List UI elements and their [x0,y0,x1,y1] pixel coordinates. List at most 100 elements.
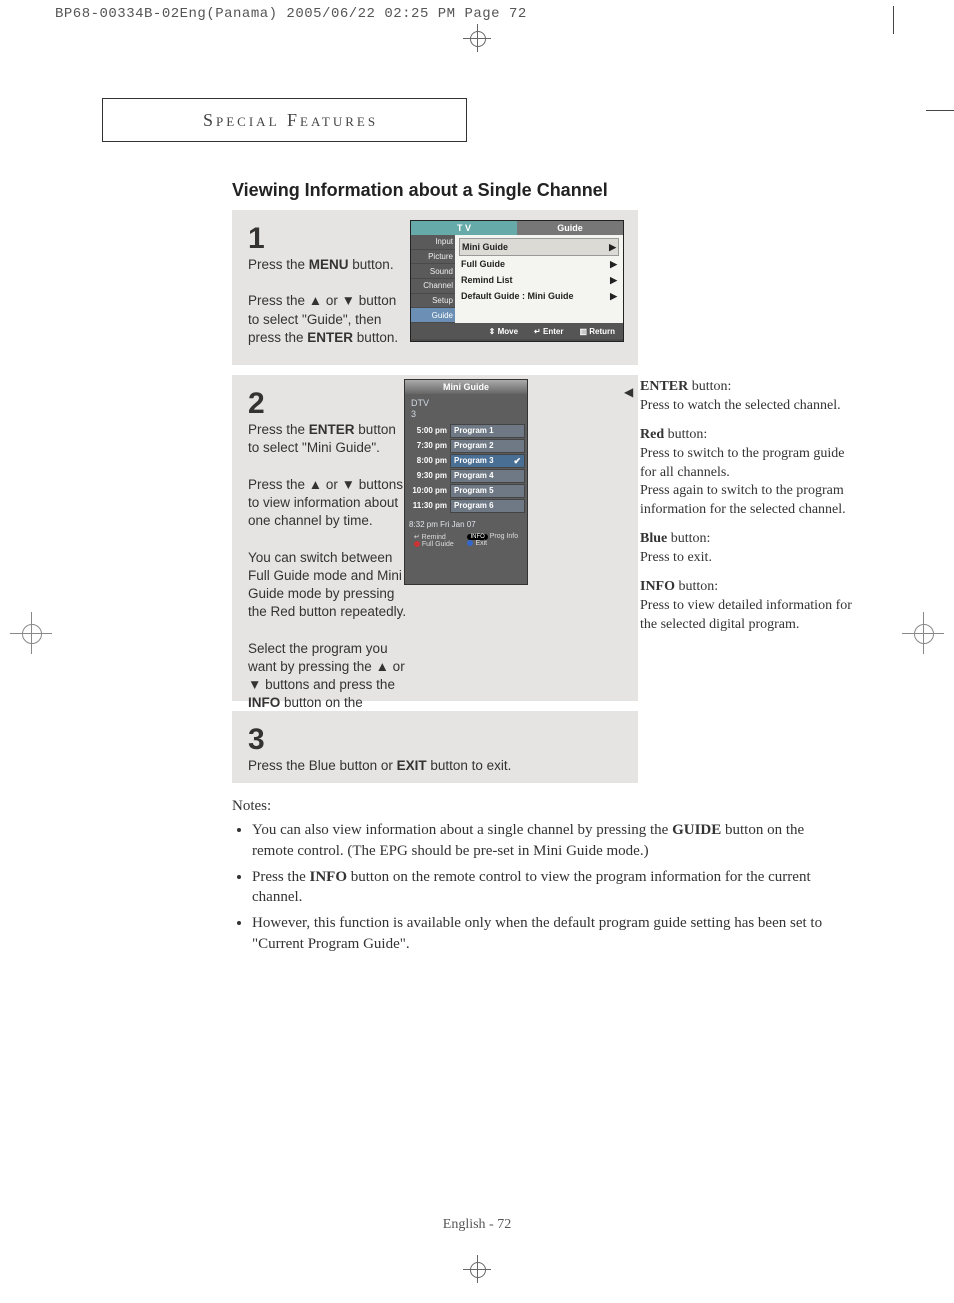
step-2-block: 2 Press the ENTER button to select "Mini… [232,375,638,701]
program: Program 2 [450,439,525,453]
osd2-row: 8:00 pmProgram 3✔ [407,454,525,468]
page-footer: English - 72 [0,1217,954,1233]
osd-tab-guide: Guide [517,221,623,235]
value: : Mini Guide [522,291,574,301]
check-icon: ✔ [513,455,521,467]
text: Press the [248,422,309,437]
osd-row-default-guide: Default Guide : Mini Guide ▶ [459,288,619,304]
trim-mark [926,110,954,111]
text-bold: ENTER [309,422,355,437]
program: Program 5 [450,484,525,498]
osd2-row: 7:30 pmProgram 2 [407,439,525,453]
text: button: [664,427,707,442]
registration-mark-right [902,612,944,654]
text: Press to watch the selected channel. [640,398,841,413]
step-2-text: Press the ENTER button to select "Mini G… [248,421,408,731]
osd-footer: ⇕ Move ↵ Enter ▥ Return [411,323,623,339]
osd-row-mini-guide: Mini Guide▶ [459,238,619,256]
crop-mark-bottom [463,1255,491,1283]
osd-side-sound: Sound [411,264,455,279]
hint: Full Guide [422,541,454,548]
hint-move: Move [498,327,518,336]
time: 5:00 pm [407,426,450,435]
text-bold: ENTER [640,379,688,394]
registration-mark-left [10,612,52,654]
program: Program 6 [450,499,525,513]
side-notes: ◀ ENTER button:Press to watch the select… [640,378,860,645]
osd2-title: Mini Guide [405,380,527,394]
caret-right-icon: ▶ [609,242,616,253]
osd-side-channel: Channel [411,279,455,294]
text: button: [667,531,710,546]
text: Press again to switch to the program inf… [640,483,846,517]
text: Press to switch to the program guide for… [640,446,845,480]
osd2-row: 11:30 pmProgram 6 [407,499,525,513]
label: Full Guide [461,259,505,269]
note-item: However, this function is available only… [252,913,848,954]
note-item: You can also view information about a si… [252,820,848,861]
text-bold: Blue [640,531,667,546]
trim-mark [893,6,894,34]
step-3-text: Press the Blue button or EXIT button to … [248,757,588,775]
text: Press the [248,257,309,272]
caret-left-icon: ◀ [624,384,633,400]
text-bold: Red [640,427,664,442]
osd2-row: 5:00 pmProgram 1 [407,424,525,438]
time: 9:30 pm [407,471,450,480]
osd2-channel: DTV3 [405,394,527,424]
osd-tab-tv: T V [411,221,517,235]
step-1-text: Press the MENU button. Press the ▲ or ▼ … [248,256,408,347]
step-3-number: 3 [248,725,622,755]
note-item: Press the INFO button on the remote cont… [252,867,848,908]
osd2-row: 10:00 pmProgram 5 [407,484,525,498]
osd-mini-guide: Mini Guide DTV3 5:00 pmProgram 1 7:30 pm… [404,379,528,585]
osd-row-full-guide: Full Guide ▶ [459,256,619,272]
hint: Prog Info [490,533,518,540]
crop-mark-top [463,24,491,52]
page-title: Viewing Information about a Single Chann… [232,180,608,201]
step-1-block: 1 Press the MENU button. Press the ▲ or … [232,210,638,365]
text: Press the ▲ or ▼ buttons to view informa… [248,477,403,528]
text: Press to exit. [640,550,712,565]
time: 8:00 pm [407,456,450,465]
caret-right-icon: ▶ [610,259,617,270]
program-selected: Program 3✔ [450,454,525,468]
osd-side-input: Input [411,235,455,250]
text: Press to view detailed information for t… [640,598,852,632]
osd-side-guide: Guide [411,308,455,323]
caret-right-icon: ▶ [610,291,617,302]
time: 7:30 pm [407,441,450,450]
text: button to exit. [427,758,512,773]
text-bold: MENU [309,257,349,272]
label: Default Guide [461,291,520,301]
text: button. [353,330,398,345]
text: Press the Blue button or [248,758,397,773]
label: Remind List [461,275,513,285]
text-bold: ENTER [307,330,353,345]
step-3-block: 3 Press the Blue button or EXIT button t… [232,711,638,783]
text: button: [675,579,718,594]
program: Program 1 [450,424,525,438]
osd2-row: 9:30 pmProgram 4 [407,469,525,483]
text-bold: INFO [248,695,280,710]
section-header-box: Special Features [102,98,467,142]
osd2-footer: ↵ RemindFull Guide INFO Prog InfoExit [405,531,527,552]
text: button. [349,257,394,272]
program: Program 4 [450,469,525,483]
caret-right-icon: ▶ [610,275,617,286]
text: Select the program you want by pressing … [248,641,405,692]
osd2-timestamp: 8:32 pm Fri Jan 07 [405,514,527,531]
text: button: [688,379,731,394]
osd-row-remind-list: Remind List ▶ [459,272,619,288]
notes-section: Notes: You can also view information abo… [232,796,848,960]
time: 11:30 pm [407,501,450,510]
osd-side-setup: Setup [411,294,455,309]
osd-tv-menu: T V Guide Input Picture Sound Channel Se… [410,220,624,342]
time: 10:00 pm [407,486,450,495]
hint-return: Return [589,327,615,336]
osd-side-picture: Picture [411,250,455,265]
print-header: BP68-00334B-02Eng(Panama) 2005/06/22 02:… [55,6,527,22]
hint-enter: Enter [543,327,563,336]
text-bold: INFO [640,579,675,594]
text-bold: EXIT [397,758,427,773]
